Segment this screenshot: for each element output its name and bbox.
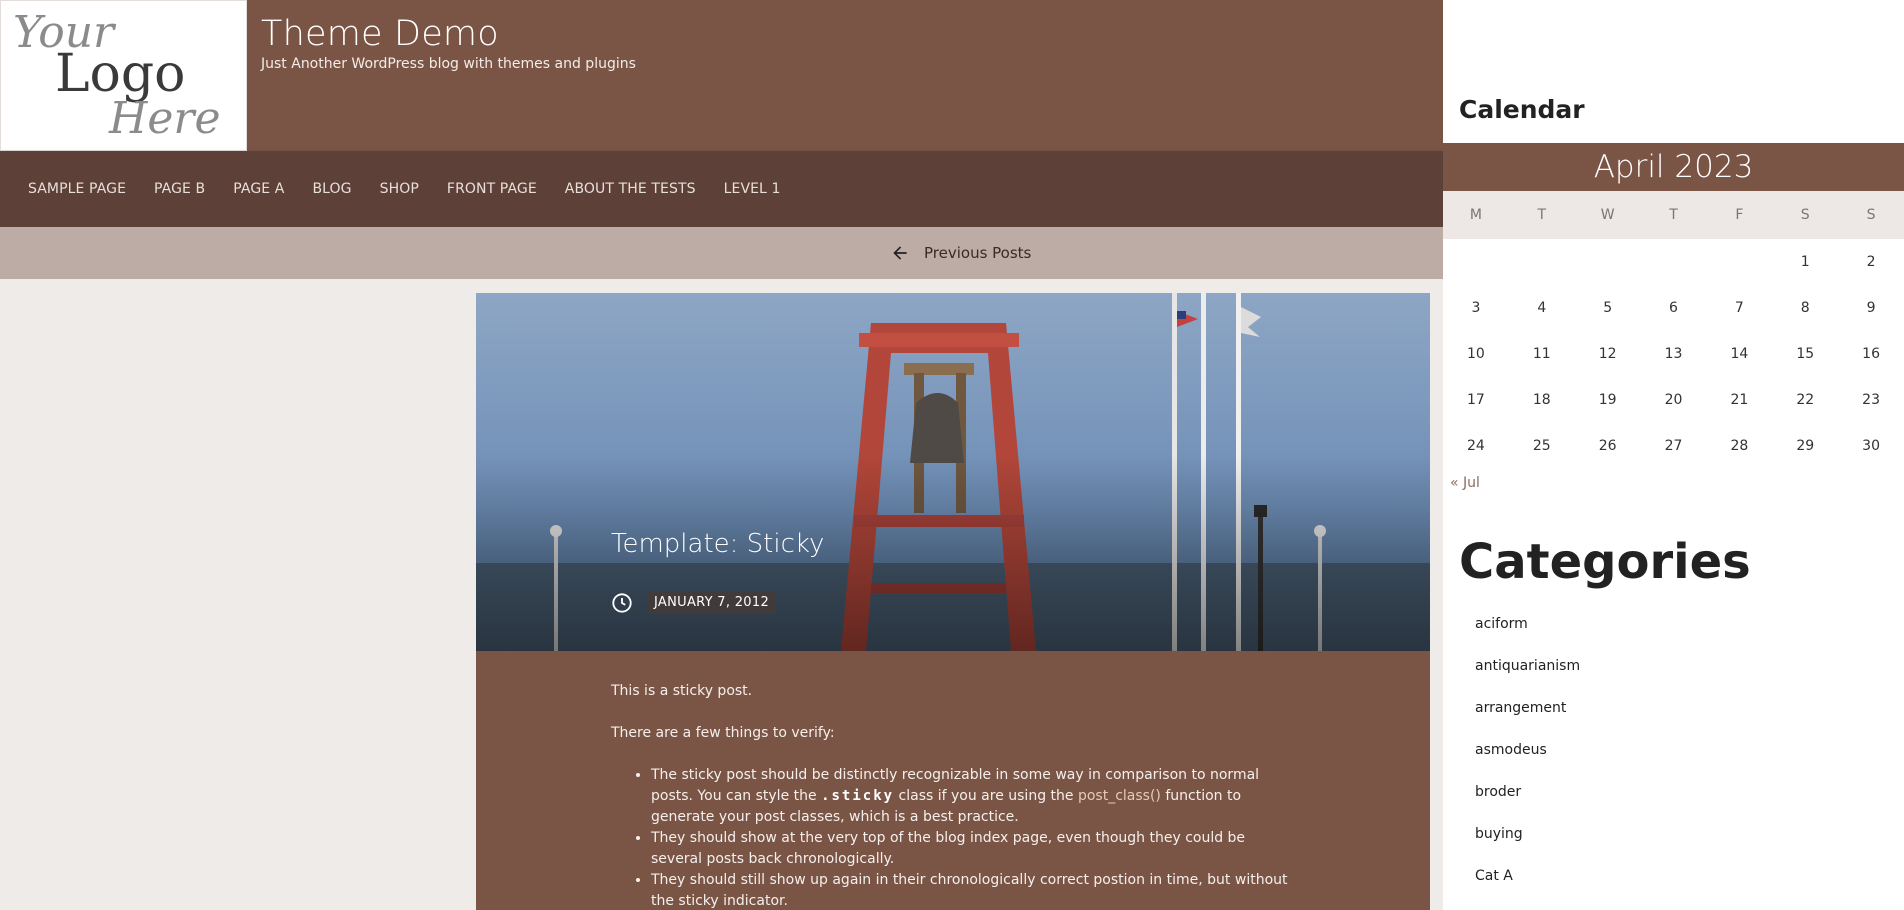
calendar-day: 22 — [1796, 392, 1815, 408]
site-description: Just Another WordPress blog with themes … — [261, 56, 636, 72]
sticky-post: Template: Sticky JANUARY 7, 2012 This is… — [476, 293, 1430, 910]
site-header: Your Logo Here Theme Demo Just Another W… — [0, 0, 1443, 151]
nav-item-page-b[interactable]: PAGE B — [154, 181, 205, 197]
calendar-day: 17 — [1467, 392, 1485, 408]
weekday-label: T — [1669, 207, 1678, 223]
category-link-broder[interactable]: broder — [1475, 782, 1580, 824]
weekday-label: S — [1866, 207, 1876, 223]
calendar-day: 21 — [1730, 392, 1749, 408]
calendar-day: 26 — [1598, 438, 1617, 454]
calendar-day: 5 — [1603, 300, 1613, 316]
weekday-label: T — [1537, 207, 1547, 223]
nav-item-shop[interactable]: SHOP — [380, 181, 419, 197]
list-item: They should still show up again in their… — [651, 870, 1291, 910]
calendar-week: 12 — [1443, 239, 1904, 285]
calendar-day — [1509, 239, 1575, 285]
calendar-day — [1575, 239, 1641, 285]
weekday-label: F — [1735, 207, 1744, 223]
list-item: They should show at the very top of the … — [651, 828, 1291, 870]
calendar-day: 2 — [1866, 254, 1876, 270]
categories-list: aciform antiquarianism arrangement asmod… — [1475, 614, 1580, 908]
calendar-day: 8 — [1800, 300, 1810, 316]
calendar-week: 24 25 26 27 28 29 30 — [1443, 423, 1904, 469]
nav-item-level-1[interactable]: LEVEL 1 — [724, 181, 781, 197]
calendar-day: 4 — [1537, 300, 1547, 316]
category-link-asmodeus[interactable]: asmodeus — [1475, 740, 1580, 782]
calendar-day — [1641, 239, 1707, 285]
category-link-buying[interactable]: buying — [1475, 824, 1580, 866]
category-link-antiquarianism[interactable]: antiquarianism — [1475, 656, 1580, 698]
category-link-arrangement[interactable]: arrangement — [1475, 698, 1580, 740]
categories-widget-title: Categories — [1459, 534, 1751, 590]
calendar-day: 23 — [1862, 392, 1880, 408]
calendar-day: 24 — [1467, 438, 1485, 454]
post-meta: JANUARY 7, 2012 — [611, 591, 777, 614]
weekday-label: M — [1469, 207, 1482, 223]
previous-posts-link[interactable]: Previous Posts — [890, 227, 1031, 279]
logo-line-3: Here — [108, 93, 220, 141]
pagination-bar: Previous Posts — [0, 227, 1443, 279]
calendar-widget-title: Calendar — [1459, 95, 1585, 124]
calendar-week: 17 18 19 20 21 22 23 — [1443, 377, 1904, 423]
nav-item-blog[interactable]: BLOG — [312, 181, 351, 197]
calendar-prev-month-link[interactable]: « Jul — [1450, 475, 1480, 491]
sticky-code: .sticky — [821, 788, 895, 804]
calendar-week: 10 11 12 13 14 15 16 — [1443, 331, 1904, 377]
nav-item-page-a[interactable]: PAGE A — [233, 181, 284, 197]
calendar-day: 12 — [1598, 346, 1617, 362]
calendar-day: 29 — [1796, 438, 1815, 454]
post-date[interactable]: JANUARY 7, 2012 — [647, 591, 777, 614]
post-class-link[interactable]: post_class() — [1078, 788, 1161, 804]
post-title[interactable]: Template: Sticky — [611, 529, 824, 559]
list-item: The sticky post should be distinctly rec… — [651, 765, 1291, 828]
post-content: This is a sticky post. There are a few t… — [611, 681, 1291, 910]
calendar-day: 10 — [1467, 346, 1485, 362]
calendar-day: 1 — [1800, 254, 1810, 270]
sidebar: Calendar April 2023 M T W T F S S 12 345… — [1443, 0, 1904, 910]
category-link-cat-a[interactable]: Cat A — [1475, 866, 1580, 908]
calendar-day: 28 — [1730, 438, 1749, 454]
calendar-month-caption: April 2023 — [1443, 143, 1904, 191]
post-paragraph: There are a few things to verify: — [611, 725, 835, 741]
weekday-label: W — [1600, 207, 1615, 223]
category-link-aciform[interactable]: aciform — [1475, 614, 1580, 656]
previous-posts-label: Previous Posts — [924, 244, 1032, 262]
calendar-day: 27 — [1664, 438, 1683, 454]
calendar-day: 13 — [1664, 346, 1683, 362]
calendar-day: 6 — [1669, 300, 1678, 316]
site-logo[interactable]: Your Logo Here — [0, 0, 247, 151]
calendar-day: 7 — [1734, 300, 1744, 316]
calendar-week: 3 4 5 6 7 8 9 — [1443, 285, 1904, 331]
logo-image: Your Logo Here — [13, 9, 220, 141]
calendar-day: 15 — [1796, 346, 1815, 362]
post-paragraph: This is a sticky post. — [611, 683, 753, 699]
nav-item-about-the-tests[interactable]: ABOUT THE TESTS — [565, 181, 696, 197]
calendar-day — [1443, 239, 1509, 285]
calendar-day: 19 — [1598, 392, 1617, 408]
main-column: Your Logo Here Theme Demo Just Another W… — [0, 0, 1443, 910]
calendar-day: 3 — [1471, 300, 1481, 316]
post-list: The sticky post should be distinctly rec… — [611, 765, 1291, 910]
clock-icon — [612, 592, 632, 613]
arrow-left-icon — [893, 246, 907, 260]
site-title[interactable]: Theme Demo — [261, 14, 499, 54]
calendar-day: 20 — [1664, 392, 1683, 408]
primary-navigation: SAMPLE PAGE PAGE B PAGE A BLOG SHOP FRON… — [0, 151, 1443, 227]
calendar-day: 9 — [1866, 300, 1876, 316]
calendar-weekday-header: M T W T F S S — [1443, 191, 1904, 239]
weekday-label: S — [1800, 207, 1810, 223]
calendar-day: 14 — [1730, 346, 1749, 362]
nav-item-front-page[interactable]: FRONT PAGE — [447, 181, 537, 197]
calendar-day: 30 — [1862, 438, 1880, 454]
calendar-day — [1706, 239, 1772, 285]
calendar-day: 18 — [1532, 392, 1551, 408]
calendar-day: 25 — [1532, 438, 1551, 454]
list-text: class if you are using the — [894, 788, 1078, 804]
calendar-day: 16 — [1862, 346, 1880, 362]
nav-item-sample-page[interactable]: SAMPLE PAGE — [28, 181, 126, 197]
post-featured-image[interactable]: Template: Sticky JANUARY 7, 2012 — [476, 293, 1430, 651]
calendar-day: 11 — [1532, 346, 1551, 362]
